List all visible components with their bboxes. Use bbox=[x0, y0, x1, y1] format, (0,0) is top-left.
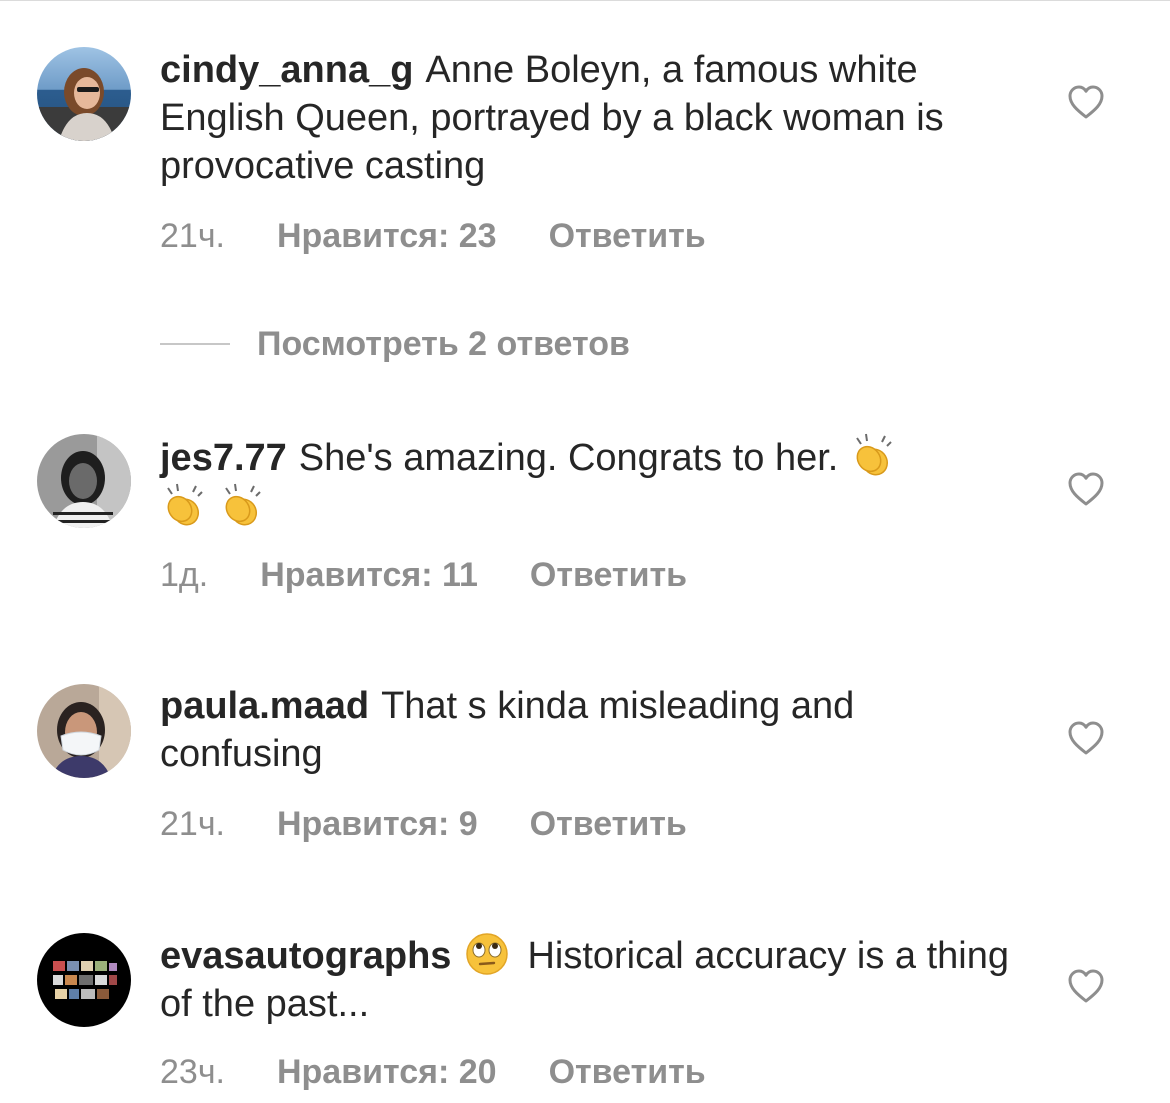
face-with-rolling-eyes-emoji bbox=[463, 930, 511, 976]
comment-likes[interactable]: Нравится: 11 bbox=[260, 555, 478, 595]
avatar[interactable] bbox=[37, 47, 131, 141]
comment-time: 21ч. bbox=[160, 217, 225, 255]
comment-time: 23ч. bbox=[160, 1053, 225, 1091]
comment-text: jes7.77 She's amazing. Congrats to her. bbox=[160, 432, 1020, 532]
view-replies-label: Посмотреть 2 ответов bbox=[257, 324, 630, 363]
comment-meta: 21ч. Нравится: 9 Ответить bbox=[160, 804, 687, 844]
avatar[interactable] bbox=[37, 434, 131, 528]
reply-button[interactable]: Ответить bbox=[530, 804, 687, 844]
view-replies-button[interactable]: Посмотреть 2 ответов bbox=[160, 322, 630, 366]
reply-button[interactable]: Ответить bbox=[530, 555, 687, 595]
comment-text: paula.maad That s kinda misleading and co… bbox=[160, 682, 1020, 778]
comment-username[interactable]: paula.maad bbox=[160, 685, 369, 727]
comment-text: evasautographs Historical accuracy is a … bbox=[160, 930, 1020, 1028]
clapping-hands-emoji bbox=[849, 432, 897, 478]
heart-outline-icon[interactable] bbox=[1067, 84, 1105, 120]
heart-outline-icon[interactable] bbox=[1067, 968, 1105, 1004]
comment-username[interactable]: jes7.77 bbox=[160, 437, 287, 479]
heart-outline-icon[interactable] bbox=[1067, 720, 1105, 756]
avatar[interactable] bbox=[37, 684, 131, 778]
comment-meta: 21ч. Нравится: 23 Ответить bbox=[160, 216, 706, 256]
clapping-hands-emoji bbox=[160, 482, 208, 528]
comment-time: 1д. bbox=[160, 556, 209, 594]
heart-outline-icon[interactable] bbox=[1067, 471, 1105, 507]
comment-meta: 1д. Нравится: 11 Ответить bbox=[160, 555, 687, 595]
comment-username[interactable]: cindy_anna_g bbox=[160, 49, 413, 91]
top-divider bbox=[0, 0, 1170, 1]
avatar[interactable] bbox=[37, 933, 131, 1027]
comment-likes[interactable]: Нравится: 20 bbox=[277, 1052, 497, 1092]
comment-time: 21ч. bbox=[160, 805, 225, 843]
replies-divider bbox=[160, 343, 230, 345]
comment-likes[interactable]: Нравится: 23 bbox=[277, 216, 497, 256]
comment-username[interactable]: evasautographs bbox=[160, 935, 451, 977]
reply-button[interactable]: Ответить bbox=[549, 216, 706, 256]
reply-button[interactable]: Ответить bbox=[549, 1052, 706, 1092]
comment-body: She's amazing. Congrats to her. bbox=[298, 437, 839, 479]
clapping-hands-emoji bbox=[218, 482, 266, 528]
comment-text: cindy_anna_g Anne Boleyn, a famous white … bbox=[160, 46, 1020, 190]
comment-likes[interactable]: Нравится: 9 bbox=[277, 804, 478, 844]
comment-meta: 23ч. Нравится: 20 Ответить bbox=[160, 1052, 706, 1092]
